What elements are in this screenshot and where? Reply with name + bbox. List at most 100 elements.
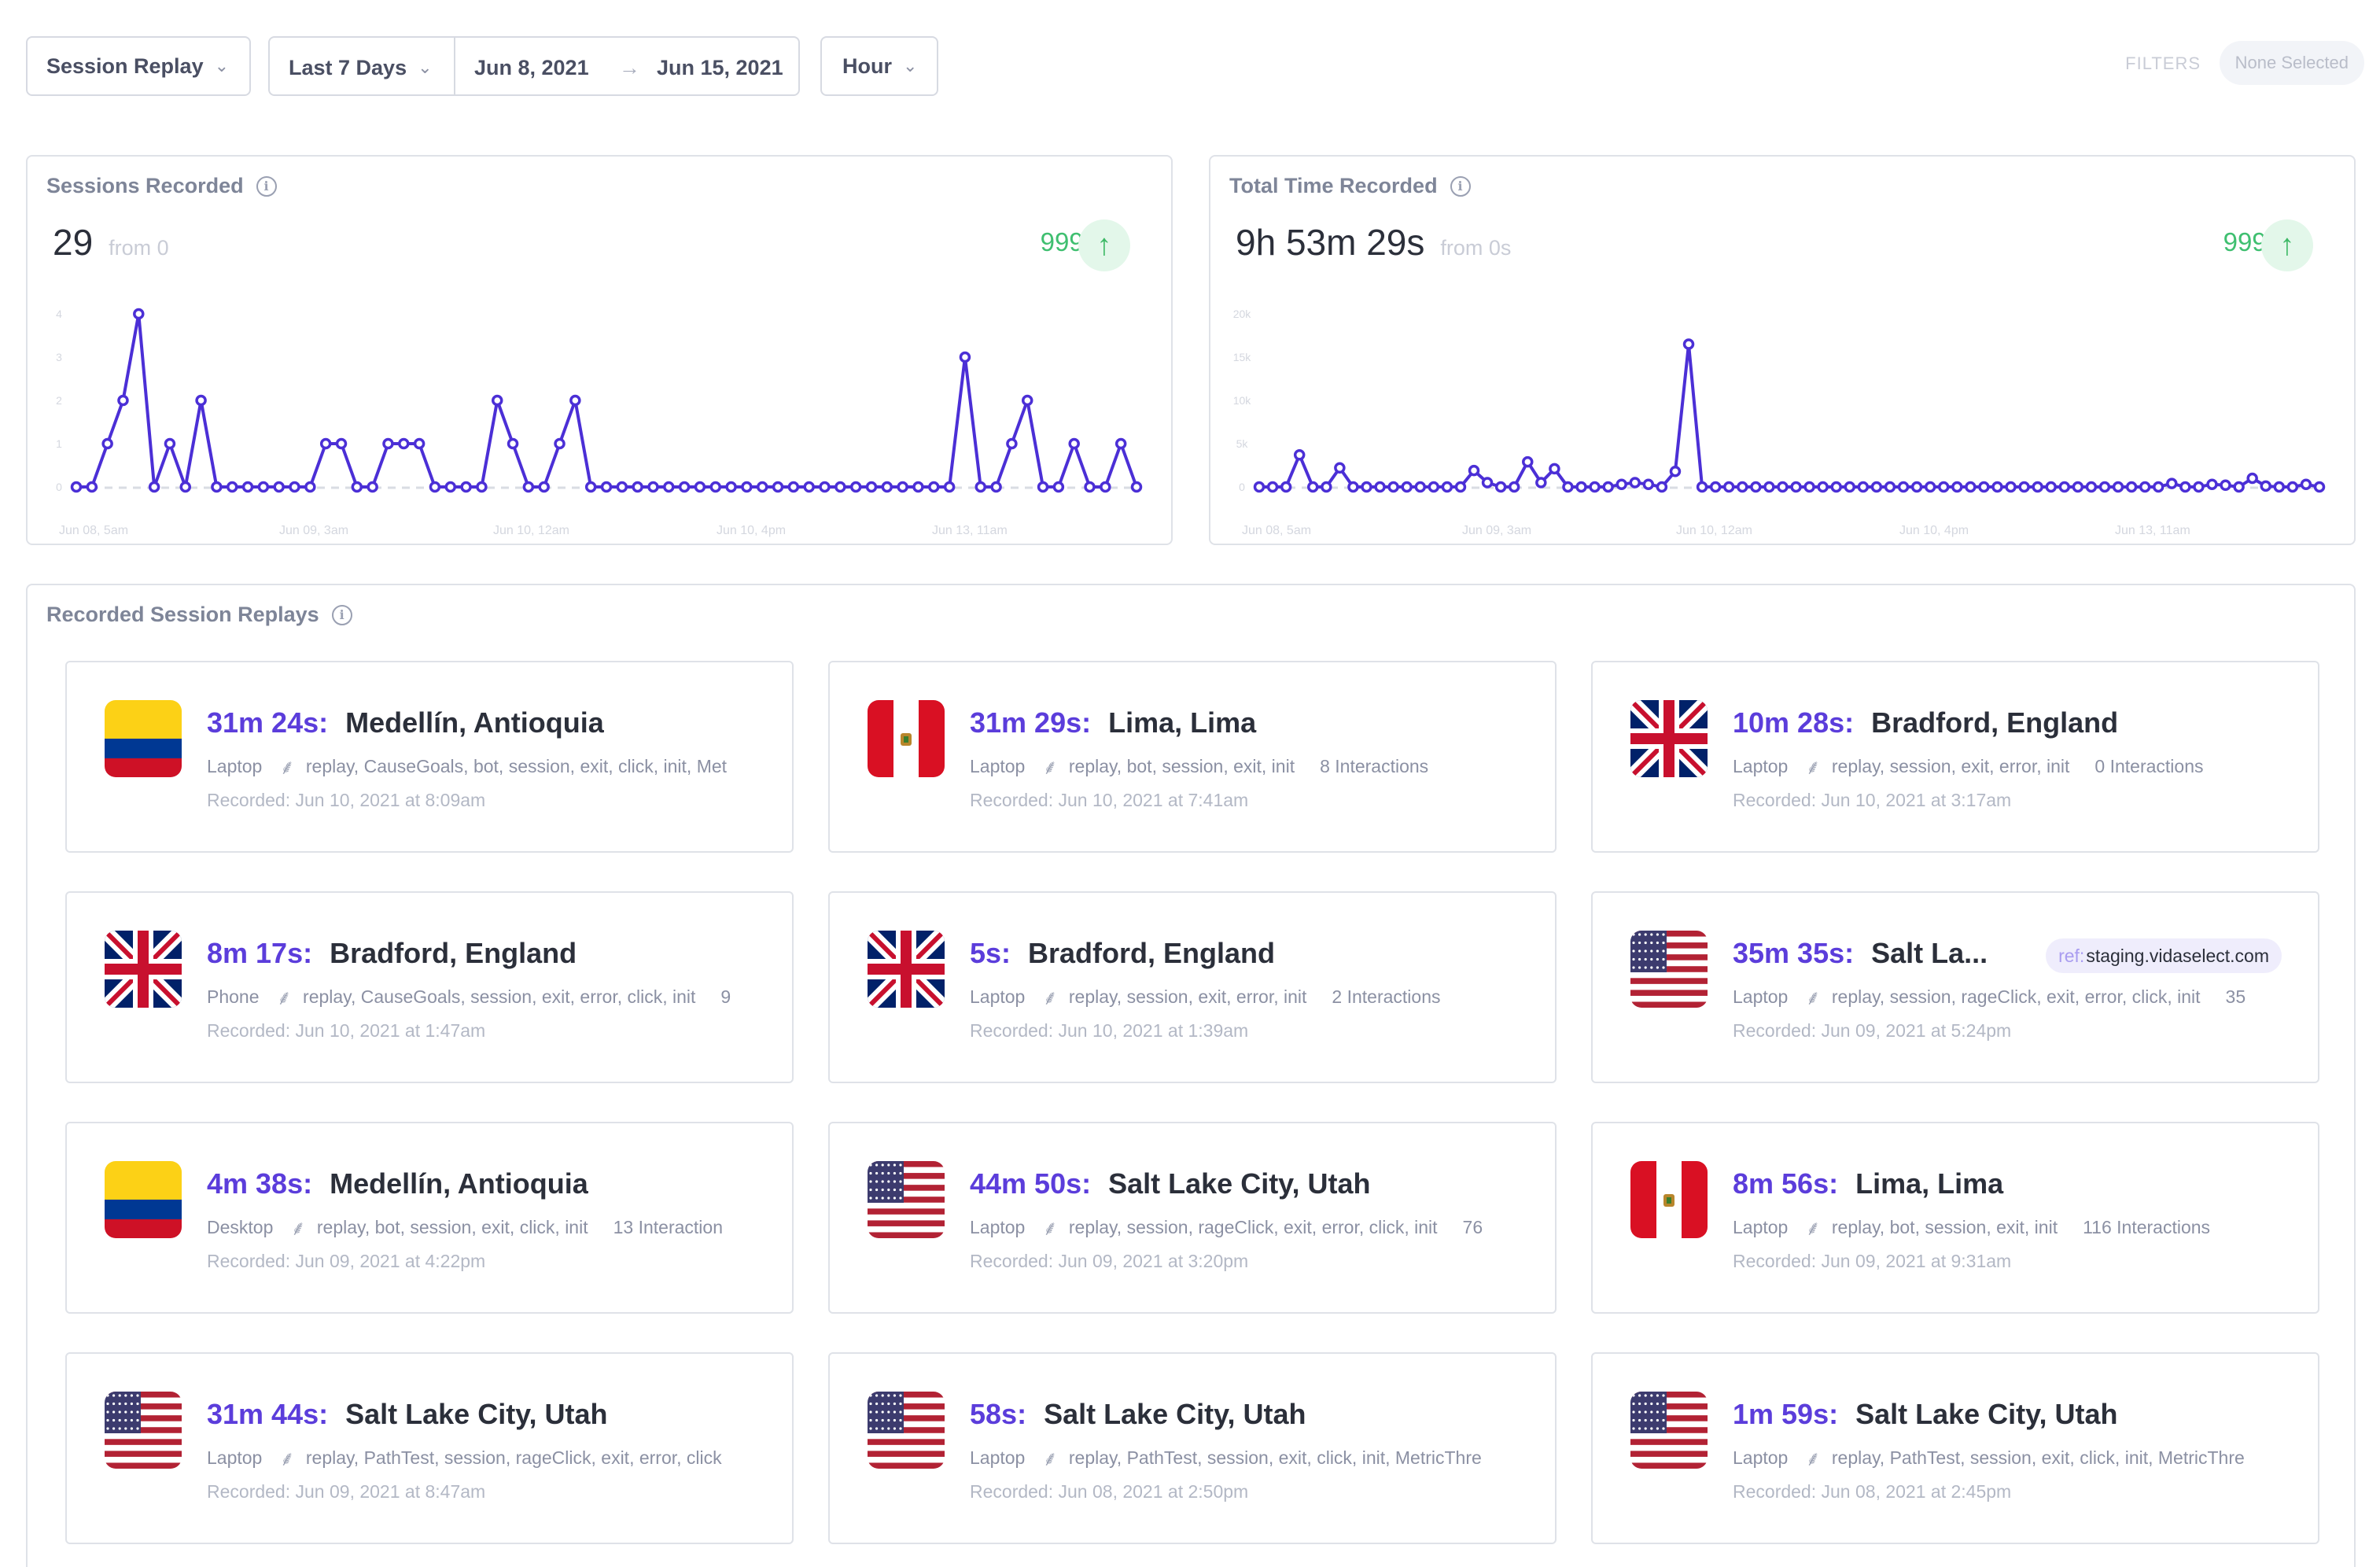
session-card[interactable]: 58s: Salt Lake City, Utah Laptop ⸙ replay, P… (828, 1352, 1557, 1544)
toolbar: Session Replay ⌄ Last 7 Days ⌄ Jun 8, 20… (26, 36, 2364, 96)
session-location: Lima, Lima (1855, 1167, 2004, 1200)
data-point (1763, 481, 1775, 493)
y-tick-label: 2 (56, 394, 62, 407)
arrow-right-icon: → (619, 55, 640, 79)
x-tick-label: Jun 10, 4pm (1899, 524, 1969, 537)
card-title: 5s: Bradford, England (970, 937, 1275, 970)
time-line-chart: 0 5k 10k 15k 20k Jun 08, 5am Jun 09, 3am Jun 10… (1233, 308, 2326, 537)
card-meta: Laptop ⸙ replay, session, exit, error, ini… (970, 983, 1519, 1011)
data-point (1266, 481, 1279, 493)
session-card[interactable]: 44m 50s: Salt Lake City, Utah Laptop ⸙ repla… (828, 1122, 1557, 1314)
flag-co-icon (105, 1161, 182, 1238)
data-point (849, 481, 862, 493)
data-point (647, 481, 659, 493)
granularity-select[interactable]: Hour ⌄ (820, 36, 938, 96)
data-point (1037, 481, 1049, 493)
cursor-click-icon: ⸙ (1805, 986, 1821, 1009)
recorded-date: Recorded: Jun 08, 2021 at 2:45pm (1733, 1481, 2012, 1502)
range-select[interactable]: Last 7 Days ⌄ (289, 38, 433, 98)
session-card[interactable]: 8m 56s: Lima, Lima Laptop ⸙ replay, bot, ses… (1591, 1122, 2319, 1314)
referrer-key: ref: (2058, 945, 2085, 966)
session-duration: 1m 59s: (1733, 1398, 1839, 1430)
data-point (2045, 481, 2057, 493)
data-point (367, 481, 378, 493)
session-card[interactable]: 5s: Bradford, England Laptop ⸙ replay, sessi… (828, 891, 1557, 1083)
data-point (1401, 481, 1413, 493)
cursor-click-icon: ⸙ (279, 1447, 295, 1470)
referrer-badge[interactable]: ref: staging.vidaselect.com (2046, 938, 2282, 973)
session-location: Bradford, England (1028, 937, 1276, 969)
card-meta: Laptop ⸙ replay, PathTest, session, exit, … (970, 1443, 1519, 1472)
data-point (819, 481, 831, 493)
event-tags: replay, session, exit, error, init (1068, 986, 1307, 1007)
card-meta: Phone ⸙ replay, CauseGoals, session, exit,… (207, 983, 756, 1011)
data-point (1589, 481, 1601, 493)
session-location: Salt La... (1871, 937, 1988, 969)
data-point (382, 437, 394, 450)
info-icon[interactable]: i (331, 604, 352, 625)
data-point (616, 481, 628, 493)
data-point (2125, 481, 2138, 493)
card-title: 58s: Salt Lake City, Utah (970, 1398, 1306, 1431)
date-from[interactable]: Jun 8, 2021 (474, 38, 589, 98)
y-tick-label: 5k (1236, 437, 1249, 450)
session-location: Salt Lake City, Utah (1855, 1398, 2118, 1430)
data-point (1068, 437, 1080, 450)
data-point (241, 481, 254, 493)
session-card[interactable]: 1m 59s: Salt Lake City, Utah Laptop ⸙ replay… (1591, 1352, 2319, 1544)
data-point (164, 437, 176, 450)
session-location: Salt Lake City, Utah (1108, 1167, 1371, 1200)
data-point (70, 481, 83, 493)
card-title: 44m 50s: Salt Lake City, Utah (970, 1167, 1371, 1200)
data-point (1965, 481, 1977, 493)
device-label: Laptop (970, 1216, 1026, 1237)
x-tick-label: Jun 08, 5am (1242, 524, 1311, 537)
session-duration: 10m 28s: (1733, 706, 1855, 739)
session-card[interactable]: 8m 17s: Bradford, England Phone ⸙ replay, Ca… (65, 891, 794, 1083)
filters-button[interactable]: None Selected (2219, 41, 2364, 85)
data-point (600, 481, 613, 493)
session-location: Bradford, England (1871, 706, 2119, 739)
sessions-line-chart: 0 1 2 3 4 Jun 08, 5am Jun 09, 3am Jun 10, 12am J… (56, 308, 1143, 537)
data-point (1737, 481, 1748, 493)
event-tags: replay, session, exit, error, init (1831, 755, 2070, 776)
session-card[interactable]: 31m 24s: Medellín, Antioquia Laptop ⸙ replay… (65, 661, 794, 853)
data-point (2018, 481, 2030, 493)
cursor-click-icon: ⸙ (1805, 1447, 1821, 1470)
data-point (1803, 481, 1815, 493)
session-card[interactable]: 31m 29s: Lima, Lima Laptop ⸙ replay, bot, se… (828, 661, 1557, 853)
device-label: Laptop (1733, 755, 1789, 776)
data-point (1682, 338, 1695, 350)
data-point (1951, 481, 1963, 493)
view-select[interactable]: Session Replay ⌄ (26, 36, 251, 96)
x-tick-label: Jun 09, 3am (279, 524, 348, 537)
data-point (1374, 481, 1386, 493)
session-card[interactable]: 31m 44s: Salt Lake City, Utah Laptop ⸙ repla… (65, 1352, 794, 1544)
data-point (2220, 479, 2231, 492)
x-tick-label: Jun 10, 4pm (717, 524, 786, 537)
event-tags: replay, session, rageClick, exit, error,… (1068, 1216, 1438, 1237)
data-point (881, 481, 893, 493)
data-point (1280, 481, 1292, 493)
y-tick-label: 3 (56, 351, 62, 363)
data-point (133, 308, 145, 320)
cursor-click-icon: ⸙ (276, 986, 293, 1009)
session-duration: 35m 35s: (1733, 937, 1855, 969)
data-point (1006, 437, 1018, 450)
session-card[interactable]: 35m 35s: Salt La... Laptop ⸙ replay, session… (1591, 891, 2319, 1083)
data-point (1602, 481, 1614, 493)
data-point (1428, 481, 1440, 493)
data-point (834, 481, 846, 493)
device-label: Laptop (207, 1447, 263, 1468)
event-tags: replay, PathTest, session, rageClick, ex… (305, 1447, 722, 1468)
session-card[interactable]: 10m 28s: Bradford, England Laptop ⸙ replay, … (1591, 661, 2319, 853)
data-point (1522, 455, 1534, 468)
date-to[interactable]: Jun 15, 2021 (657, 38, 783, 98)
data-point (1790, 481, 1802, 493)
data-point (1535, 477, 1547, 489)
session-duration: 31m 29s: (970, 706, 1092, 739)
x-tick-label: Jun 10, 12am (493, 524, 569, 537)
data-point (1361, 481, 1372, 493)
data-point (335, 437, 348, 450)
session-card[interactable]: 4m 38s: Medellín, Antioquia Desktop ⸙ replay… (65, 1122, 794, 1314)
